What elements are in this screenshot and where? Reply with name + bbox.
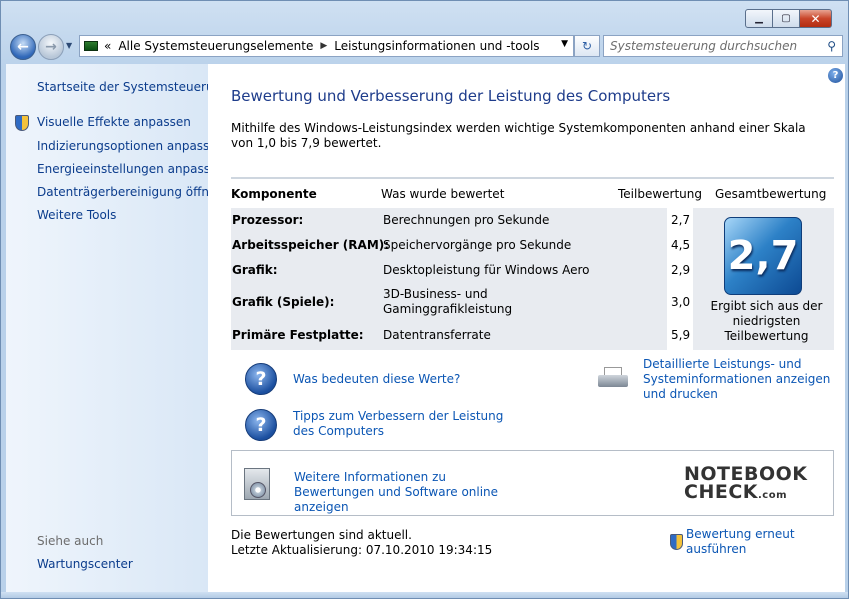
- link-tips[interactable]: Tipps zum Verbessern der Leistung des Co…: [293, 409, 513, 439]
- online-info-box: Weitere Informationen zu Bewertungen und…: [231, 450, 834, 516]
- logo-line2: CHECK: [684, 481, 758, 503]
- header-component: Komponente: [231, 187, 317, 201]
- table-row: Grafik: Desktopleistung für Windows Aero…: [231, 263, 693, 283]
- row-score: 3,0: [671, 295, 691, 309]
- content-pane: ? Bewertung und Verbesserung der Leistun…: [208, 64, 845, 592]
- question-icon[interactable]: ?: [245, 409, 277, 441]
- printer-icon[interactable]: [596, 366, 630, 392]
- header-basescore: Gesamtbewertung: [715, 187, 827, 201]
- logo-suffix: .com: [758, 490, 788, 501]
- sidebar-item-action-center[interactable]: Wartungscenter: [37, 557, 133, 571]
- forward-button[interactable]: →: [38, 34, 64, 60]
- breadcrumb-all-items[interactable]: Alle Systemsteuerungselemente: [118, 39, 313, 53]
- link-detailed-info[interactable]: Detaillierte Leistungs- und Systeminform…: [643, 357, 839, 402]
- back-button[interactable]: ←: [10, 34, 36, 60]
- address-overflow[interactable]: «: [104, 39, 111, 53]
- base-score-badge: 2,7: [724, 217, 802, 295]
- intro-text: Mithilfe des Windows-Leistungsindex werd…: [231, 121, 806, 150]
- row-component: Prozessor:: [232, 213, 304, 227]
- base-score-panel: 2,7 Ergibt sich aus der niedrigsten Teil…: [704, 217, 829, 347]
- close-button[interactable]: ✕: [800, 9, 832, 28]
- search-input[interactable]: Systemsteuerung durchsuchen ⚲: [603, 35, 843, 57]
- back-arrow-icon: ←: [17, 39, 29, 55]
- refresh-icon: ↻: [581, 39, 593, 53]
- search-placeholder: Systemsteuerung durchsuchen: [610, 39, 798, 53]
- forward-arrow-icon: →: [45, 39, 57, 55]
- address-bar[interactable]: « Alle Systemsteuerungselemente ▶ Leistu…: [79, 35, 574, 57]
- sidebar-item-indexing[interactable]: Indizierungsoptionen anpassen: [37, 139, 224, 153]
- navigation-bar: ← → ▼ « Alle Systemsteuerungselemente ▶ …: [7, 33, 845, 61]
- row-component: Primäre Festplatte:: [232, 328, 364, 342]
- window-bottom-border: [1, 592, 848, 598]
- row-component: Grafik:: [232, 263, 278, 277]
- search-icon[interactable]: ⚲: [827, 39, 836, 53]
- status-current: Die Bewertungen sind aktuell.: [231, 528, 412, 542]
- row-rated: 3D-Business- und Gaminggrafikleistung: [383, 287, 513, 316]
- table-row: Grafik (Spiele): 3D-Business- und Gaming…: [231, 287, 693, 321]
- recent-pages-dropdown[interactable]: ▼: [66, 41, 72, 50]
- see-also-heading: Siehe auch: [37, 534, 104, 548]
- maximize-button[interactable]: ▢: [773, 9, 800, 28]
- sidebar-item-visual-effects[interactable]: Visuelle Effekte anpassen: [37, 115, 191, 129]
- breadcrumb-separator-icon[interactable]: ▶: [320, 41, 327, 51]
- question-icon[interactable]: ?: [245, 363, 277, 395]
- header-subscore: Teilbewertung: [618, 187, 703, 201]
- base-score-note: Ergibt sich aus der niedrigsten Teilbewe…: [710, 299, 823, 343]
- control-panel-icon: [84, 41, 98, 51]
- link-rerun[interactable]: Bewertung erneut ausführen: [686, 527, 845, 557]
- row-rated: Desktopleistung für Windows Aero: [383, 263, 590, 277]
- rerun-assessment[interactable]: Bewertung erneut ausführen: [670, 527, 845, 557]
- minimize-button[interactable]: ▁: [745, 9, 773, 28]
- table-row: Primäre Festplatte: Datentransferrate 5,…: [231, 328, 693, 348]
- row-score: 2,9: [671, 263, 691, 277]
- row-score: 4,5: [671, 238, 691, 252]
- notebookcheck-logo: NOTEBOOK CHECK.com: [684, 465, 808, 505]
- status-last-update: Letzte Aktualisierung: 07.10.2010 19:34:…: [231, 543, 493, 557]
- sidebar-home-link[interactable]: Startseite der Systemsteuerung: [37, 80, 229, 94]
- help-icon[interactable]: ?: [828, 68, 843, 83]
- status-text: Die Bewertungen sind aktuell. Letzte Akt…: [231, 528, 492, 558]
- row-rated: Datentransferrate: [383, 328, 491, 342]
- sidebar-item-disk-cleanup[interactable]: Datenträgerbereinigung öffnen: [37, 185, 224, 199]
- row-component: Arbeitsspeicher (RAM):: [232, 238, 390, 252]
- row-score: 2,7: [671, 213, 691, 227]
- refresh-button[interactable]: ↻: [574, 35, 600, 57]
- row-score: 5,9: [671, 328, 691, 342]
- page-title: Bewertung und Verbesserung der Leistung …: [231, 87, 671, 105]
- score-table: Prozessor: Berechnungen pro Sekunde 2,7 …: [231, 208, 834, 350]
- header-rated: Was wurde bewertet: [381, 187, 505, 201]
- caption-buttons: ▁ ▢ ✕: [745, 9, 832, 28]
- sidebar-item-more-tools[interactable]: Weitere Tools: [37, 208, 116, 222]
- row-rated: Speichervorgänge pro Sekunde: [383, 238, 572, 252]
- address-dropdown-icon[interactable]: ▼: [561, 39, 568, 49]
- software-package-icon: [240, 464, 276, 504]
- table-row: Prozessor: Berechnungen pro Sekunde 2,7: [231, 213, 693, 233]
- uac-shield-icon: [670, 534, 684, 550]
- uac-shield-icon: [15, 115, 29, 131]
- table-header: Komponente Was wurde bewertet Teilbewert…: [231, 177, 834, 209]
- link-what-mean[interactable]: Was bedeuten diese Werte?: [293, 372, 460, 387]
- link-more-info[interactable]: Weitere Informationen zu Bewertungen und…: [294, 470, 514, 515]
- table-row: Arbeitsspeicher (RAM): Speichervorgänge …: [231, 238, 693, 258]
- row-component: Grafik (Spiele):: [232, 295, 335, 309]
- sidebar: Startseite der Systemsteuerung Visuelle …: [6, 64, 229, 592]
- window: ▁ ▢ ✕ ← → ▼ « Alle Systemsteuerungseleme…: [0, 0, 849, 599]
- sidebar-item-power[interactable]: Energieeinstellungen anpassen: [37, 162, 225, 176]
- breadcrumb-performance[interactable]: Leistungsinformationen und -tools: [334, 39, 539, 53]
- row-rated: Berechnungen pro Sekunde: [383, 213, 550, 227]
